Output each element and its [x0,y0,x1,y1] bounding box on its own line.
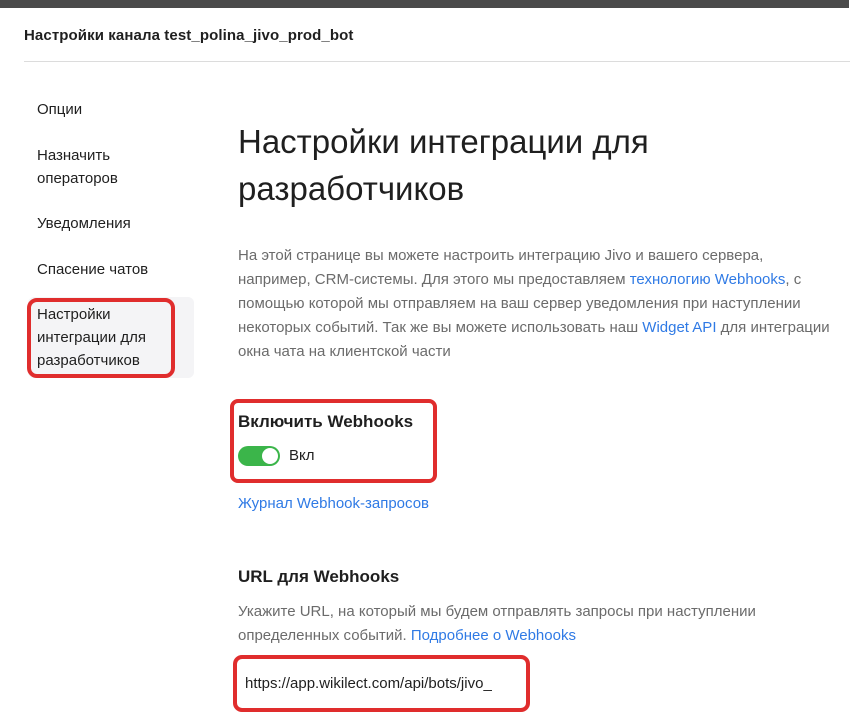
webhooks-url-label: URL для Webhooks [238,567,400,586]
channel-settings-title: Настройки канала test_polina_jivo_prod_b… [24,27,354,44]
page-title: Настройки интеграции для разработчиков [238,123,649,207]
top-bar [0,0,849,8]
webhooks-more-link[interactable]: Подробнее о Webhooks [411,627,576,644]
toggle-state-label: Вкл [289,447,315,464]
webhook-journal-link[interactable]: Журнал Webhook-запросов [238,495,429,512]
webhooks-url-field [233,655,530,712]
webhooks-technology-link[interactable]: технологию Webhooks [630,271,786,288]
highlight-annotation [27,298,175,378]
sidebar-item-assign-operators[interactable]: Назначить операторов [37,144,157,190]
webhooks-url-input[interactable] [245,667,517,700]
header-divider [24,61,850,62]
sidebar-item-options[interactable]: Опции [37,98,82,121]
enable-webhooks-label: Включить Webhooks [238,412,414,431]
widget-api-link[interactable]: Widget API [642,319,716,336]
webhooks-url-description: Укажите URL, на который мы будем отправл… [238,600,838,648]
intro-text: На этой странице вы можете настроить инт… [238,244,838,364]
sidebar-item-notifications[interactable]: Уведомления [37,212,131,235]
sidebar-item-chat-rescue[interactable]: Спасение чатов [37,258,148,281]
toggle-knob [262,448,278,464]
webhooks-toggle[interactable] [238,446,280,466]
